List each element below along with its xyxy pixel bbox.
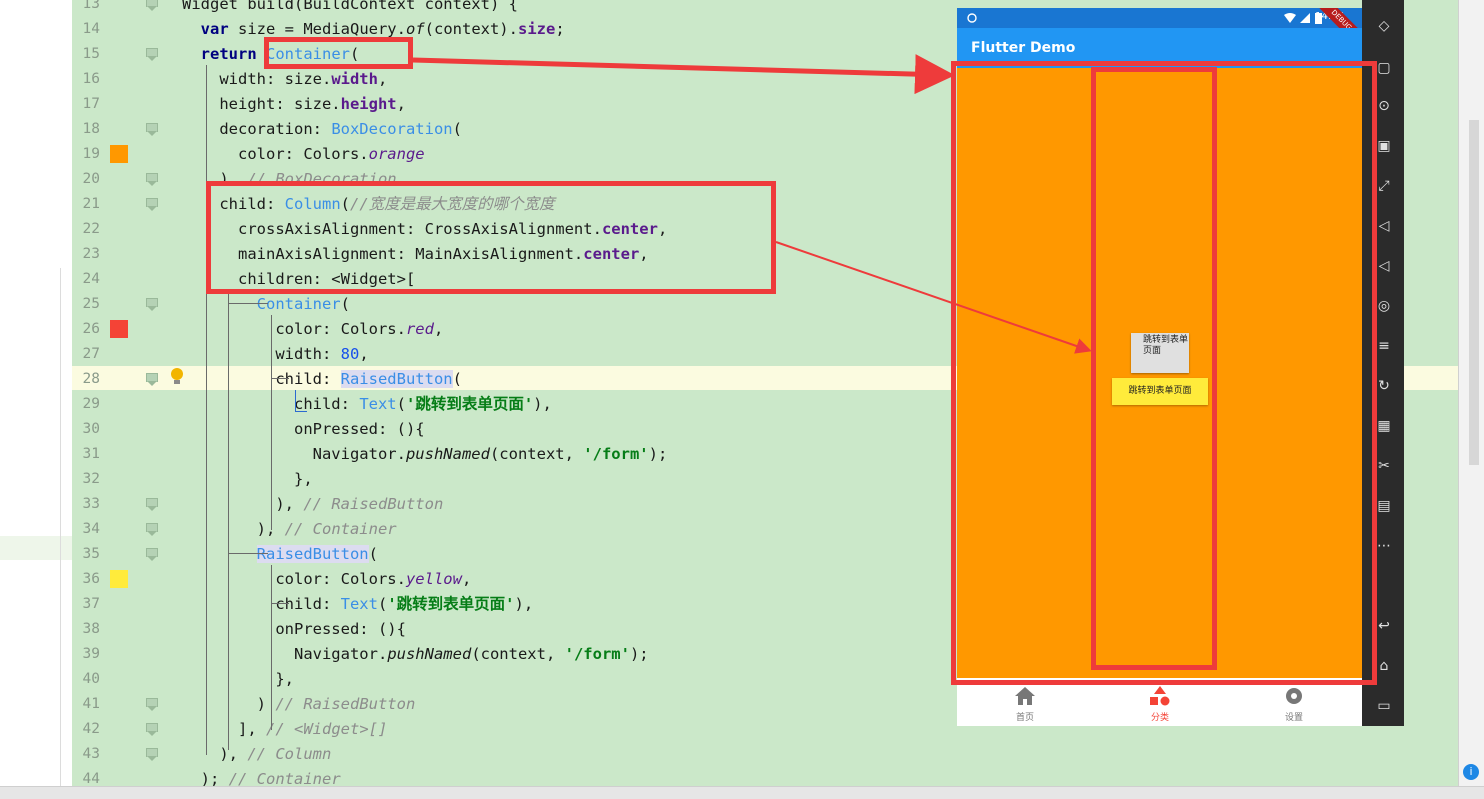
arrow-container-to-emulator	[412, 54, 955, 95]
info-icon[interactable]: i	[1463, 764, 1479, 780]
arrow-column-to-buttons	[775, 241, 1092, 354]
ide-status-bar	[0, 786, 1484, 799]
scrollbar-thumb[interactable]	[1469, 120, 1479, 465]
annotation-arrows	[412, 54, 1092, 354]
right-tool-strip: i	[1458, 0, 1484, 798]
